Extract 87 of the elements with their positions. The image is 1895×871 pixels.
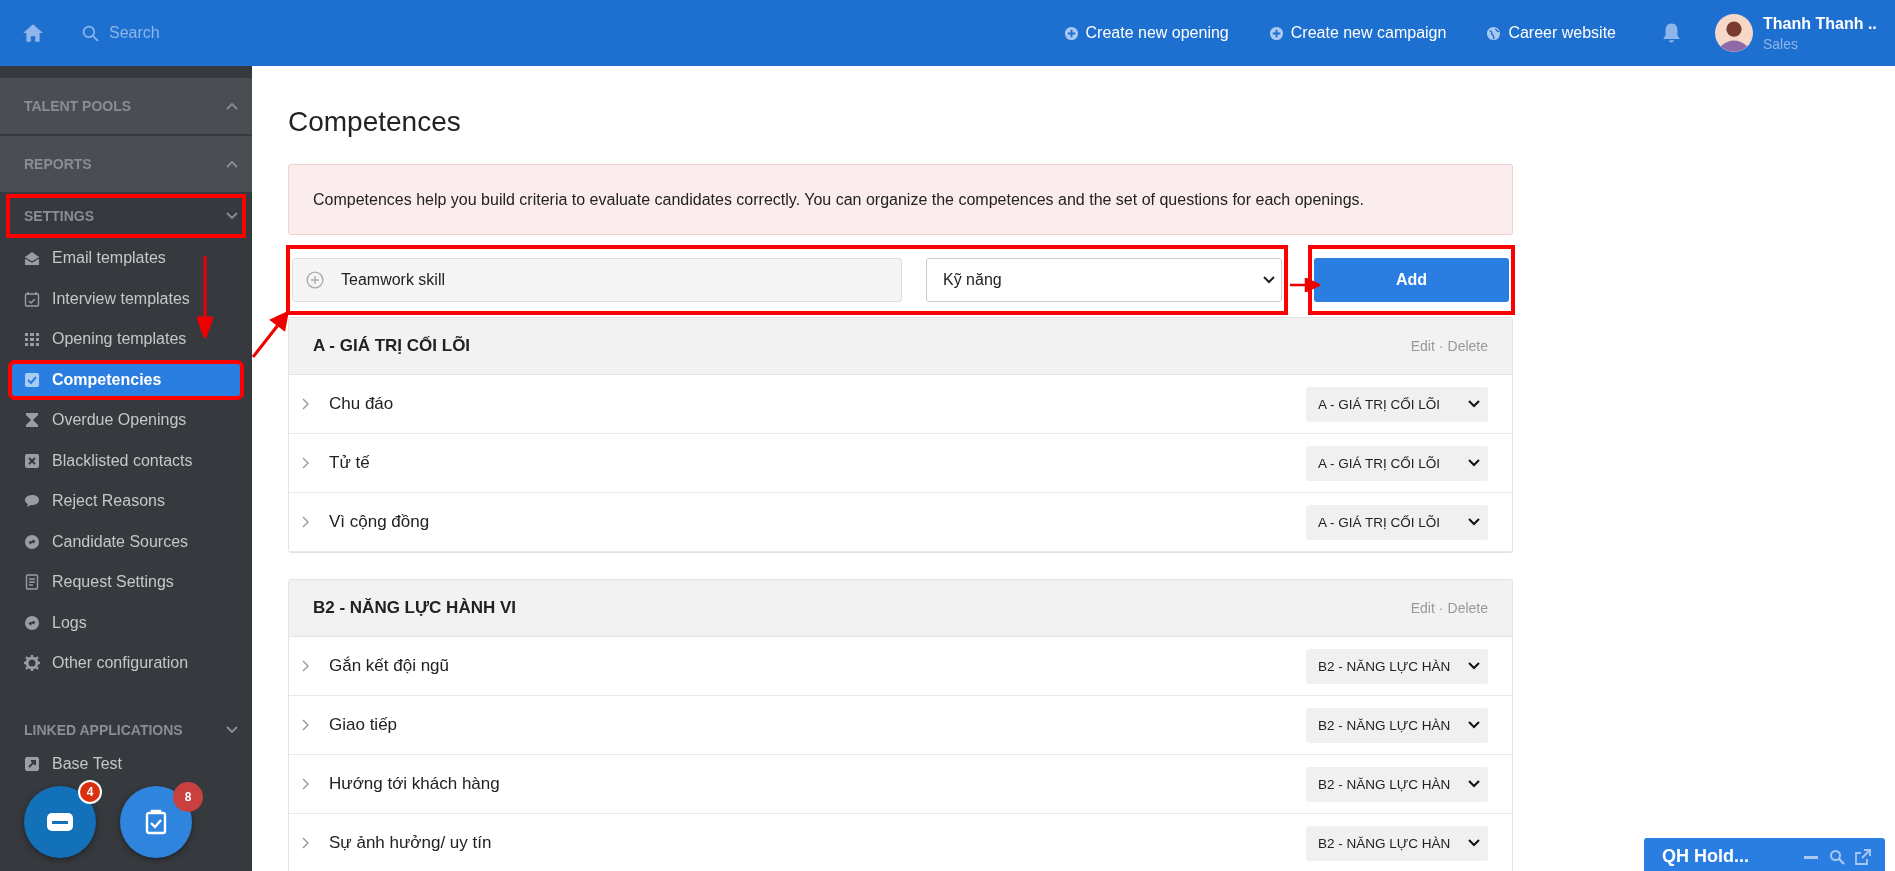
competence-name: Sự ảnh hưởng/ uy tín <box>329 833 493 854</box>
chevron-down-icon <box>1468 400 1480 409</box>
clipboard-check-icon <box>145 809 167 835</box>
category-select[interactable]: B2 - NĂNG LỰC HÀN <box>1306 766 1488 802</box>
chat-widget-title: QH Hold... <box>1662 846 1750 867</box>
sidebar-item[interactable]: Interview templates <box>24 278 198 319</box>
plus-circle-icon <box>1268 25 1284 41</box>
menu-item-icon <box>24 290 40 307</box>
chevron-icon <box>226 160 238 168</box>
sidebar-item[interactable]: Candidate Sources <box>24 521 197 562</box>
home-icon[interactable] <box>22 23 44 43</box>
competence-name: Hướng tới khách hàng <box>329 774 501 795</box>
competence-input[interactable]: Teamwork skill <box>292 258 902 303</box>
chevron-icon <box>226 102 238 110</box>
sidebar-item[interactable]: Base Test <box>24 751 130 776</box>
competence-name: Vì cộng đồng <box>329 512 431 533</box>
topbar-link[interactable]: Create new campaign <box>1268 24 1447 42</box>
competence-name: Gắn kết đội ngũ <box>329 656 451 677</box>
chevron-right-icon[interactable] <box>301 398 309 411</box>
chevron-icon <box>226 725 238 734</box>
group-title: A - GIÁ TRỊ CỐI LÕI <box>313 336 471 357</box>
annotation-arrow <box>1290 278 1320 292</box>
category-select[interactable]: A - GIÁ TRỊ CỐI LÕI <box>1306 445 1488 481</box>
category-select[interactable]: B2 - NĂNG LỰC HÀN <box>1306 825 1488 861</box>
chevron-down-icon <box>1468 518 1480 527</box>
category-select[interactable]: B2 - NĂNG LỰC HÀN <box>1306 707 1488 743</box>
sidebar-item[interactable]: Reject Reasons <box>24 481 173 522</box>
external-link-icon[interactable] <box>1855 849 1871 865</box>
menu-item-icon <box>24 250 40 267</box>
user-name: Thanh Thanh .. <box>1763 14 1878 33</box>
chevron-down-icon <box>1263 276 1275 285</box>
annotation-arrow <box>250 310 290 360</box>
topbar-link[interactable]: Create new opening <box>1063 24 1229 42</box>
search-icon <box>82 24 99 42</box>
plus-circle-icon <box>306 271 324 290</box>
sidebar-item[interactable]: Logs <box>24 602 95 643</box>
chevron-down-icon <box>1468 721 1480 730</box>
bell-icon[interactable] <box>1662 22 1681 44</box>
chevron-right-icon[interactable] <box>301 660 309 673</box>
chevron-right-icon[interactable] <box>301 719 309 732</box>
menu-item-icon <box>24 452 40 469</box>
menu-item-icon <box>24 493 40 510</box>
category-select[interactable]: B2 - NĂNG LỰC HÀN <box>1306 648 1488 684</box>
chevron-right-icon[interactable] <box>301 778 309 791</box>
chevron-down-icon <box>1468 839 1480 848</box>
menu-item-icon <box>24 331 40 348</box>
sidebar-item[interactable]: Overdue Openings <box>24 400 195 441</box>
chevron-right-icon[interactable] <box>301 457 309 470</box>
competence-name: Giao tiếp <box>329 715 399 736</box>
separator: · <box>1438 600 1444 617</box>
category-select[interactable]: A - GIÁ TRỊ CỐI LÕI <box>1306 504 1488 540</box>
chevron-right-icon[interactable] <box>301 516 309 529</box>
menu-item-icon <box>24 371 40 388</box>
add-button[interactable]: Add <box>1314 258 1509 303</box>
sidebar-item[interactable]: Opening templates <box>24 319 195 360</box>
search-icon[interactable] <box>1829 849 1845 865</box>
menu-item-icon <box>24 655 40 672</box>
menu-item-icon <box>24 755 40 772</box>
category-select[interactable]: Kỹ năng <box>926 258 1282 303</box>
chevron-down-icon <box>1468 662 1480 671</box>
chevron-icon <box>226 212 238 220</box>
chevron-down-icon <box>1468 780 1480 789</box>
avatar[interactable] <box>1715 14 1753 52</box>
menu-item-icon <box>24 412 40 429</box>
chat-widget-bar[interactable]: QH Hold... <box>1644 838 1885 871</box>
plus-circle-icon <box>1063 25 1079 41</box>
sidebar-item[interactable]: Request Settings <box>24 562 182 603</box>
competence-name: Chu đáo <box>329 394 395 415</box>
user-role: Sales <box>1763 35 1800 52</box>
competence-name: Tử tế <box>329 453 371 474</box>
chevron-right-icon[interactable] <box>301 837 309 850</box>
menu-item-icon <box>24 614 40 631</box>
info-notice: Competences help you build criteria to evaluate candidates correctly. You can organize the competences and the set of questions for each openings. <box>288 164 1513 236</box>
page-title: Competences <box>288 106 462 138</box>
separator: · <box>1438 338 1444 355</box>
sidebar-item[interactable]: Other configuration <box>24 643 197 684</box>
sidebar-item[interactable]: Email templates <box>24 238 174 279</box>
globe-icon <box>1486 25 1502 41</box>
category-select[interactable]: A - GIÁ TRỊ CỐI LÕI <box>1306 386 1488 422</box>
group-title: B2 - NĂNG LỰC HÀNH VI <box>313 598 516 619</box>
topbar-link[interactable]: Career website <box>1486 24 1616 42</box>
search-field[interactable]: Search <box>107 23 231 43</box>
sidebar-item[interactable]: Blacklisted contacts <box>24 440 201 481</box>
message-icon <box>46 812 74 832</box>
chevron-down-icon <box>1468 459 1480 468</box>
menu-item-icon <box>24 574 40 591</box>
menu-item-icon <box>24 533 40 550</box>
